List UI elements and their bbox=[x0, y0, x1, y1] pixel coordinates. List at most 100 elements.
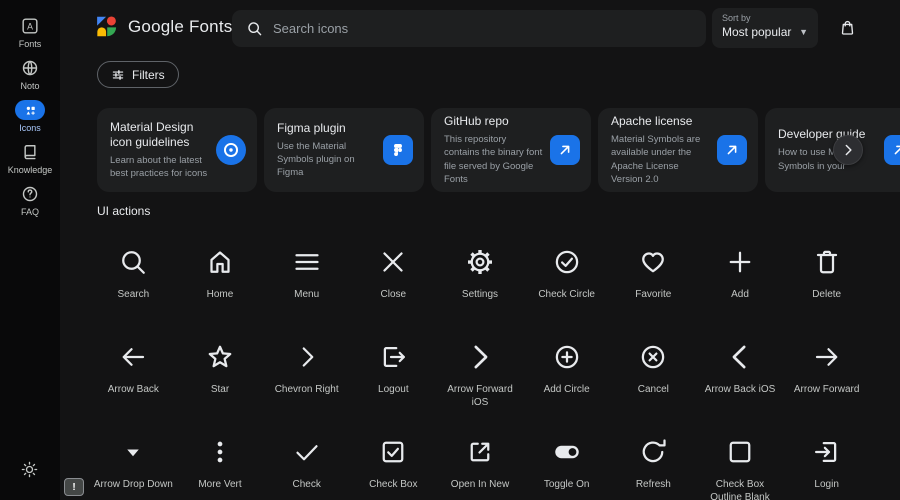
sidebar-item-fonts[interactable]: A Fonts bbox=[15, 16, 45, 49]
noto-icon bbox=[15, 58, 45, 78]
icon-label: Arrow Forward bbox=[793, 384, 860, 395]
icon-grid-item-home[interactable]: Home bbox=[177, 232, 264, 327]
logout-icon bbox=[378, 342, 408, 372]
refresh-icon bbox=[638, 437, 668, 467]
chevron-right-icon bbox=[292, 342, 322, 372]
login-icon bbox=[812, 437, 842, 467]
icon-grid-item-logout[interactable]: Logout bbox=[350, 327, 437, 422]
fonts-icon: A bbox=[15, 16, 45, 36]
logo-link[interactable]: Google Fonts bbox=[94, 14, 232, 39]
sidebar-item-knowledge[interactable]: Knowledge bbox=[7, 142, 53, 175]
icon-grid-item-add-circle[interactable]: Add Circle bbox=[523, 327, 610, 422]
icon-grid-item-check-box[interactable]: Check Box bbox=[350, 422, 437, 500]
icon-label: Arrow Back iOS bbox=[704, 384, 776, 395]
check-circle-icon bbox=[552, 247, 582, 277]
icon-label: Open In New bbox=[450, 479, 510, 490]
sidebar-item-noto[interactable]: Noto bbox=[15, 58, 45, 91]
icon-label: Favorite bbox=[635, 289, 672, 300]
icon-grid-item-toggle-on[interactable]: Toggle On bbox=[523, 422, 610, 500]
icon-grid-item-cancel[interactable]: Cancel bbox=[610, 327, 697, 422]
icon-grid-item-star[interactable]: Star bbox=[177, 327, 264, 422]
icon-label: Settings bbox=[461, 289, 499, 300]
icon-label: Check Box bbox=[369, 479, 418, 490]
icon-grid-item-favorite[interactable]: Favorite bbox=[610, 232, 697, 327]
icon-label: Delete bbox=[812, 289, 842, 300]
icon-grid-item-open-in-new[interactable]: Open In New bbox=[437, 422, 524, 500]
icon-grid-item-arrow-forward-ios[interactable]: Arrow Forward iOS bbox=[437, 327, 524, 422]
promo-card-github-repo[interactable]: GitHub repo This repository contains the… bbox=[431, 108, 591, 192]
icon-label: Cancel bbox=[637, 384, 669, 395]
search-bar[interactable] bbox=[232, 10, 706, 47]
icon-grid-item-check[interactable]: Check bbox=[263, 422, 350, 500]
promo-card-apache-license[interactable]: Apache license Material Symbols are avai… bbox=[598, 108, 758, 192]
card-title: Material Design icon guidelines bbox=[110, 119, 194, 149]
icon-grid-item-close[interactable]: Close bbox=[350, 232, 437, 327]
icon-grid-item-chevron-right[interactable]: Chevron Right bbox=[263, 327, 350, 422]
sidebar-item-icons[interactable]: Icons bbox=[15, 100, 45, 133]
filters-button[interactable]: Filters bbox=[97, 61, 179, 88]
icon-label: Search bbox=[117, 289, 150, 300]
card-title: Figma plugin bbox=[277, 120, 346, 135]
carousel-next-button[interactable] bbox=[833, 135, 863, 165]
icon-grid-item-more-vert[interactable]: More Vert bbox=[177, 422, 264, 500]
icon-grid-item-arrow-forward[interactable]: Arrow Forward bbox=[783, 327, 870, 422]
card-title: Apache license bbox=[611, 113, 693, 128]
check-box-icon bbox=[378, 437, 408, 467]
more-vert-icon bbox=[205, 437, 235, 467]
header: Google Fonts Sort by Most popular ▼ bbox=[60, 0, 900, 56]
knowledge-icon bbox=[15, 142, 45, 162]
icon-grid-item-add[interactable]: Add bbox=[697, 232, 784, 327]
bag-button[interactable] bbox=[838, 18, 857, 37]
cancel-icon bbox=[638, 342, 668, 372]
icon-grid-item-search[interactable]: Search bbox=[90, 232, 177, 327]
icon-grid-item-login[interactable]: Login bbox=[783, 422, 870, 500]
icon-grid-item-settings[interactable]: Settings bbox=[437, 232, 524, 327]
sort-dropdown[interactable]: Sort by Most popular ▼ bbox=[712, 8, 818, 48]
sidebar-item-faq[interactable]: FAQ bbox=[15, 184, 45, 217]
sidebar-item-label: Knowledge bbox=[7, 165, 53, 175]
arrow-back-ios-icon bbox=[725, 342, 755, 372]
search-input[interactable] bbox=[273, 21, 692, 36]
promo-card-figma-plugin[interactable]: Figma plugin Use the Material Symbols pl… bbox=[264, 108, 424, 192]
icon-label: Refresh bbox=[635, 479, 671, 490]
icon-grid-item-arrow-drop-down[interactable]: Arrow Drop Down bbox=[90, 422, 177, 500]
icon-label: Check Circle bbox=[538, 289, 595, 300]
icon-grid-item-arrow-back-ios[interactable]: Arrow Back iOS bbox=[697, 327, 784, 422]
google-fonts-logo bbox=[94, 14, 119, 39]
icon-grid-item-check-box-outline-blank[interactable]: Check Box Outline Blank bbox=[697, 422, 784, 500]
feedback-button[interactable]: ! bbox=[64, 478, 84, 496]
figma-icon bbox=[383, 135, 413, 165]
icon-label: Login bbox=[814, 479, 839, 490]
icon-label: Toggle On bbox=[543, 479, 590, 490]
icon-label: Arrow Forward iOS bbox=[447, 384, 513, 408]
section-title: UI actions bbox=[97, 204, 151, 218]
open-link-icon bbox=[884, 135, 900, 165]
bag-icon bbox=[838, 18, 857, 37]
icon-grid-item-arrow-back[interactable]: Arrow Back bbox=[90, 327, 177, 422]
search-icon bbox=[118, 247, 148, 277]
icon-grid-item-refresh[interactable]: Refresh bbox=[610, 422, 697, 500]
check-icon bbox=[292, 437, 322, 467]
toggle-on-icon bbox=[552, 437, 582, 467]
icon-label: Star bbox=[210, 384, 230, 395]
tune-icon bbox=[111, 68, 125, 82]
icon-label: Check bbox=[292, 479, 321, 490]
open-in-new-icon bbox=[465, 437, 495, 467]
icon-label: Chevron Right bbox=[274, 384, 339, 395]
icon-label: Close bbox=[380, 289, 407, 300]
icon-label: Home bbox=[206, 289, 234, 300]
icon-grid-item-menu[interactable]: Menu bbox=[263, 232, 350, 327]
card-description: Material Symbols are available under the… bbox=[611, 133, 701, 185]
icon-grid: Search Home Menu Close Settings Check Circle F… bbox=[90, 232, 870, 500]
icon-grid-item-delete[interactable]: Delete bbox=[783, 232, 870, 327]
svg-text:A: A bbox=[27, 21, 33, 31]
theme-toggle-button[interactable] bbox=[20, 460, 39, 479]
icons-icon bbox=[15, 100, 45, 120]
arrow-drop-down-icon bbox=[118, 437, 148, 467]
star-icon bbox=[205, 342, 235, 372]
card-title: Developer guide bbox=[778, 127, 866, 142]
icon-grid-item-check-circle[interactable]: Check Circle bbox=[523, 232, 610, 327]
promo-card-material-guidelines[interactable]: Material Design icon guidelines Learn ab… bbox=[97, 108, 257, 192]
arrow-forward-ios-icon bbox=[465, 342, 495, 372]
search-icon bbox=[246, 20, 263, 37]
